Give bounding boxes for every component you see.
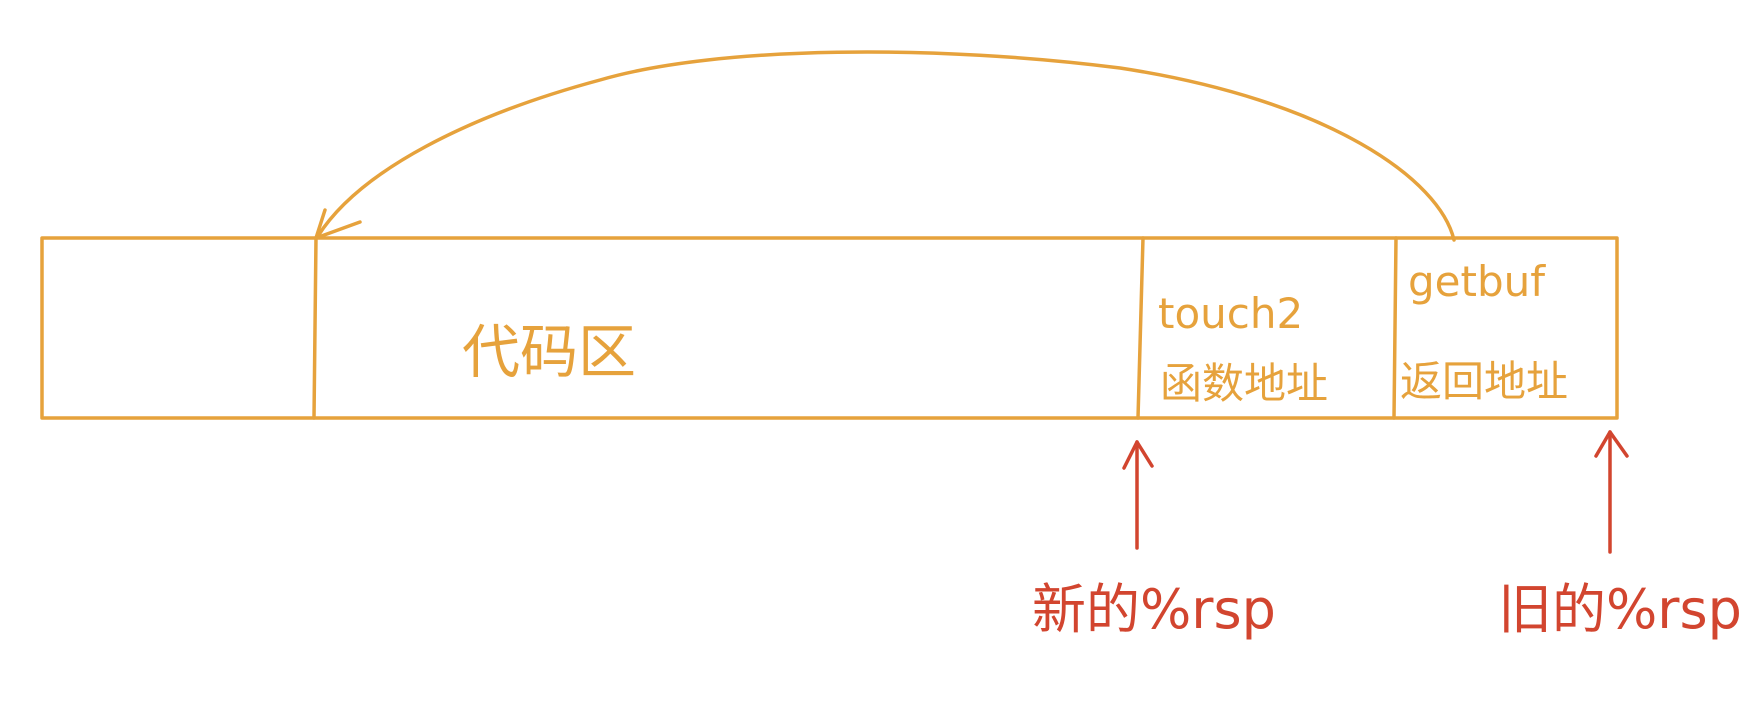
- touch2-label-line2: 函数地址: [1160, 359, 1328, 408]
- return-jump-arrow: [316, 50, 1456, 242]
- divider-getbuf-start: [1392, 236, 1398, 420]
- touch2-label-line1: touch2: [1158, 289, 1303, 338]
- memory-strip-outline: [40, 236, 1619, 420]
- getbuf-label-line1: getbuf: [1408, 257, 1546, 306]
- code-area-label: 代码区: [462, 318, 636, 386]
- divider-code-start: [312, 236, 318, 420]
- getbuf-label-line2: 返回地址: [1400, 357, 1568, 406]
- return-jump-arrowhead: [314, 208, 362, 240]
- divider-touch2-start: [1136, 236, 1145, 420]
- old-rsp-label: 旧的%rsp: [1498, 578, 1742, 641]
- new-rsp-label: 新的%rsp: [1032, 578, 1276, 641]
- stack-diagram: 代码区 touch2 函数地址 getbuf 返回地址 新的%rsp 旧的%rs…: [40, 50, 1742, 641]
